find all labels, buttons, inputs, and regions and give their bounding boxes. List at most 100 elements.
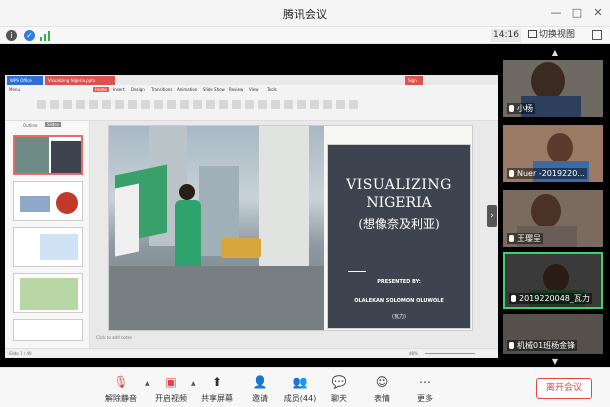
document-tabs: WPS Office Visualizing Nigeria.pptx Sign… — [5, 75, 498, 92]
reactions-label: 表情 — [374, 394, 390, 403]
microphone-icon — [509, 235, 514, 242]
tool-icon[interactable] — [141, 100, 150, 109]
collapse-panel-button[interactable]: › — [487, 205, 497, 227]
tool-icon[interactable] — [336, 100, 345, 109]
participant-tile[interactable]: Nuer -2019220... — [503, 125, 603, 182]
participant-name: Nuer -2019220... — [507, 168, 587, 179]
members-button[interactable]: 👥 成员(44) — [280, 375, 320, 405]
zoom-slider[interactable] — [425, 353, 475, 354]
slide-thumbnail[interactable] — [13, 319, 83, 341]
menu-item-transitions[interactable]: Transitions — [151, 87, 172, 92]
tool-icon[interactable] — [193, 100, 202, 109]
scroll-up-icon[interactable]: ▲ — [549, 48, 561, 58]
tool-icon[interactable] — [102, 100, 111, 109]
switch-view-label: 切换视图 — [539, 30, 576, 40]
tool-icon[interactable] — [128, 100, 137, 109]
microphone-icon — [509, 342, 514, 349]
scroll-down-icon[interactable]: ▼ — [549, 357, 561, 367]
share-screen-button[interactable]: ⬆ 共享屏幕 — [197, 375, 237, 405]
menu-item-slide-show[interactable]: Slide Show — [203, 87, 225, 92]
tool-icon[interactable] — [154, 100, 163, 109]
tool-icon[interactable] — [206, 100, 215, 109]
slide-thumbnail[interactable] — [13, 181, 83, 221]
slide-title-line2: NIGERIA — [366, 195, 432, 211]
tool-icon[interactable] — [271, 100, 280, 109]
tab-presentation[interactable]: Visualizing Nigeria.pptx — [45, 76, 115, 85]
tool-icon[interactable] — [180, 100, 189, 109]
menu-item-view[interactable]: View — [249, 87, 259, 92]
slide-thumbnail[interactable] — [13, 227, 83, 267]
switch-view-button[interactable]: 切换视图 — [528, 29, 575, 42]
meeting-time: 14:16 — [491, 29, 521, 42]
start-video-label: 开启视频 — [155, 394, 187, 403]
tool-icon[interactable] — [284, 100, 293, 109]
participant-name: 小杨 — [507, 103, 535, 114]
invite-label: 邀请 — [252, 394, 268, 403]
start-video-button[interactable]: ▣ 开启视频 — [151, 375, 191, 405]
menu-item-tools[interactable]: Tools — [267, 87, 277, 92]
slide-thumbnails: Outline Slides — [5, 121, 90, 348]
menu-item-insert[interactable]: Insert — [113, 87, 124, 92]
add-notes[interactable]: Click to add notes — [96, 335, 132, 340]
menu-item-animation[interactable]: Animation — [177, 87, 197, 92]
tool-icon[interactable] — [219, 100, 228, 109]
chevron-up-icon[interactable]: ▲ — [191, 380, 196, 387]
tab-sign-in[interactable]: Sign in — [405, 76, 423, 92]
muted-mic-icon: 🎙 — [113, 375, 129, 389]
participant-name: 机械01班杨金锋 — [507, 340, 578, 351]
tool-icon[interactable] — [349, 100, 358, 109]
tool-icon[interactable] — [63, 100, 72, 109]
participant-name: 王璎呈 — [507, 233, 543, 244]
slide-title-line3: (想像奈及利亚) — [358, 217, 440, 231]
chat-button[interactable]: 💬 聊天 — [319, 375, 359, 405]
tool-icon[interactable] — [232, 100, 241, 109]
ribbon-tools — [35, 96, 395, 116]
chat-label: 聊天 — [331, 394, 347, 403]
participant-tile[interactable]: 王璎呈 — [503, 190, 603, 247]
participant-tile[interactable]: 机械01班杨金锋 — [503, 314, 603, 354]
info-icon[interactable]: i — [6, 30, 17, 41]
tool-icon[interactable] — [245, 100, 254, 109]
menu-item-menu[interactable]: Menu — [9, 87, 20, 92]
participant-video-list: ▲ 小杨 Nuer -2019220... 王璎呈 2019220048_瓦力 … — [500, 44, 610, 367]
tool-icon[interactable] — [89, 100, 98, 109]
panel-tab-slides[interactable]: Slides — [45, 122, 61, 127]
reactions-button[interactable]: ☺ 表情 — [362, 375, 402, 405]
current-slide[interactable]: VISUALIZING NIGERIA (想像奈及利亚) PRESENTED B… — [108, 125, 473, 331]
maximize-button[interactable]: □ — [568, 4, 586, 22]
tool-icon[interactable] — [50, 100, 59, 109]
panel-tab-outline[interactable]: Outline — [23, 123, 37, 128]
close-button[interactable]: ✕ — [589, 4, 607, 22]
unmute-button[interactable]: 🎙 解除静音 — [101, 375, 141, 405]
minimize-button[interactable]: — — [547, 4, 565, 22]
zoom-level[interactable]: 48% — [409, 351, 418, 356]
microphone-icon — [509, 105, 514, 112]
shield-icon[interactable]: ✓ — [24, 30, 35, 41]
slide-count: Slide 1 / 49 — [9, 351, 32, 356]
fullscreen-icon[interactable] — [592, 30, 602, 40]
tool-icon[interactable] — [323, 100, 332, 109]
title-panel: VISUALIZING NIGERIA (想像奈及利亚) PRESENTED B… — [327, 144, 471, 329]
tool-icon[interactable] — [37, 100, 46, 109]
menu-item-review[interactable]: Review — [229, 87, 243, 92]
leave-meeting-button[interactable]: 离开会议 — [536, 378, 592, 399]
slide-thumbnail[interactable] — [13, 273, 83, 313]
tool-icon[interactable] — [167, 100, 176, 109]
participant-tile-active[interactable]: 2019220048_瓦力 — [503, 252, 603, 309]
menu-item-design[interactable]: Design — [131, 87, 145, 92]
tab-wps-office[interactable]: WPS Office — [7, 76, 43, 85]
document-status-bar: Slide 1 / 49 48% — [5, 348, 498, 358]
tool-icon[interactable] — [297, 100, 306, 109]
microphone-icon — [511, 295, 516, 302]
tool-icon[interactable] — [310, 100, 319, 109]
tool-icon[interactable] — [258, 100, 267, 109]
invite-button[interactable]: 👤 邀请 — [240, 375, 280, 405]
menu-item-home[interactable]: Home — [93, 87, 109, 92]
more-button[interactable]: ⋯ 更多 — [405, 375, 445, 405]
slide-thumbnail[interactable] — [13, 135, 83, 175]
tool-icon[interactable] — [76, 100, 85, 109]
chevron-up-icon[interactable]: ▲ — [145, 380, 150, 387]
tool-icon[interactable] — [115, 100, 124, 109]
participant-tile[interactable]: 小杨 — [503, 60, 603, 117]
unmute-label: 解除静音 — [105, 394, 137, 403]
